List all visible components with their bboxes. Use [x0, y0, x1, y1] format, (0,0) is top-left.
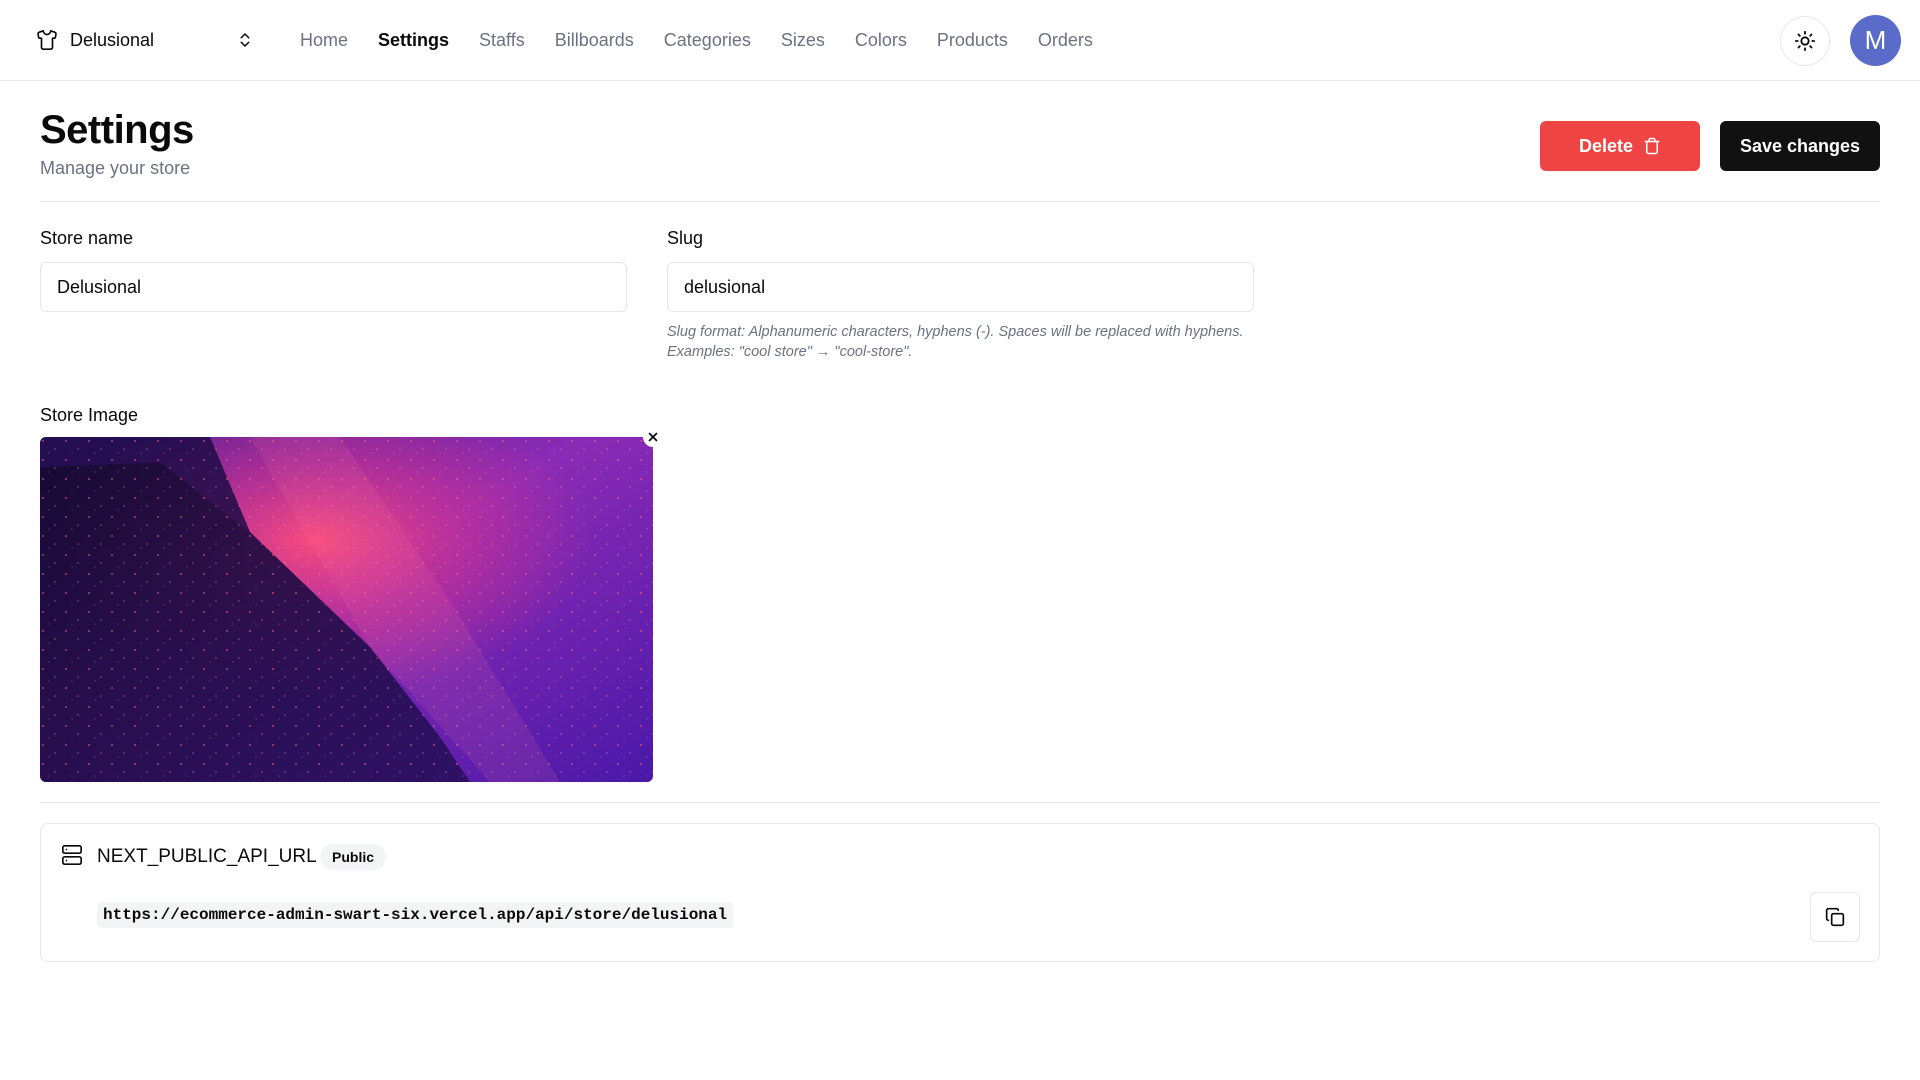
page-subtitle: Manage your store: [40, 158, 191, 178]
chevrons-up-down-icon: [240, 33, 250, 47]
page-title: Settings: [40, 108, 194, 152]
nav-link-staffs[interactable]: Staffs: [479, 30, 525, 51]
nav-link-home[interactable]: Home: [300, 30, 348, 51]
main-nav: Home Settings Staffs Billboards Categori…: [300, 0, 1123, 81]
store-switcher[interactable]: Delusional: [28, 20, 262, 60]
nav-link-colors[interactable]: Colors: [855, 30, 907, 51]
server-icon: [62, 845, 82, 865]
delete-button-label: Delete: [1578, 135, 1634, 156]
visibility-badge: Public: [320, 844, 387, 870]
theme-toggle-button[interactable]: [1780, 16, 1830, 66]
header-divider: [40, 201, 1880, 202]
nav-link-categories[interactable]: Categories: [664, 30, 751, 51]
nav-link-products[interactable]: Products: [937, 30, 1008, 51]
api-variable-name: NEXT_PUBLIC_API_URL: [97, 846, 317, 867]
nav-link-sizes[interactable]: Sizes: [781, 30, 825, 51]
trash-icon: [1644, 137, 1660, 155]
close-icon: [648, 432, 658, 442]
store-image-label: Store Image: [40, 405, 139, 425]
api-url: https://ecommerce-admin-swart-six.vercel…: [97, 902, 734, 928]
store-switcher-name: Delusional: [70, 29, 155, 50]
user-avatar[interactable]: M: [1850, 15, 1901, 66]
slug-hint: Slug format: Alphanumeric characters, hy…: [667, 324, 1244, 360]
shirt-icon: [37, 30, 57, 50]
sun-icon: [1794, 30, 1816, 52]
store-image-artwork: [40, 437, 653, 782]
copy-url-button[interactable]: [1810, 892, 1860, 942]
nav-link-settings[interactable]: Settings: [378, 30, 449, 51]
slug-input[interactable]: [667, 262, 1254, 312]
store-name-label: Store name: [40, 228, 134, 248]
delete-store-button[interactable]: Delete: [1540, 121, 1700, 171]
store-image: [40, 437, 653, 782]
remove-image-button[interactable]: [643, 427, 663, 447]
api-alert-card: NEXT_PUBLIC_API_URL Public https://ecomm…: [40, 823, 1880, 962]
nav-link-orders[interactable]: Orders: [1038, 30, 1093, 51]
save-changes-button[interactable]: Save changes: [1720, 121, 1880, 171]
nav-link-billboards[interactable]: Billboards: [555, 30, 634, 51]
form-divider: [40, 802, 1880, 803]
top-navbar: Delusional Home Settings Staffs Billboar…: [0, 0, 1920, 81]
store-name-input[interactable]: [40, 262, 627, 312]
copy-icon: [1825, 907, 1845, 927]
slug-label: Slug: [667, 228, 704, 248]
